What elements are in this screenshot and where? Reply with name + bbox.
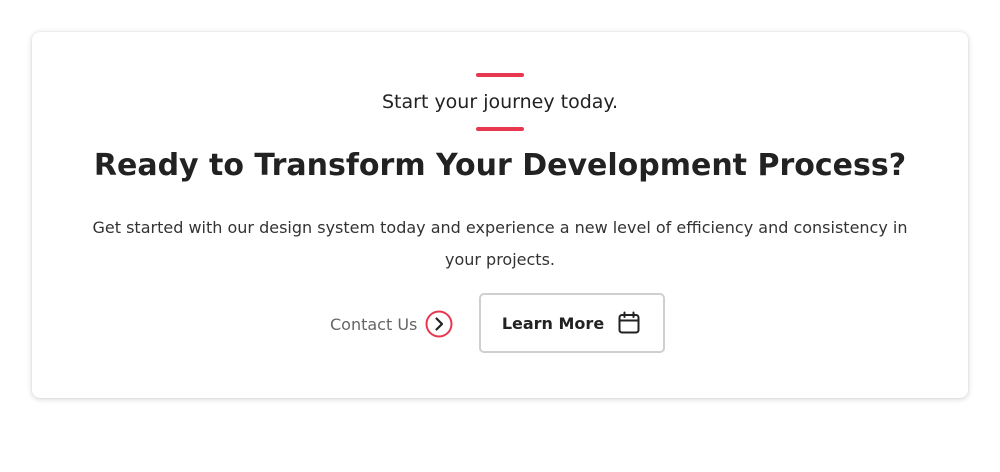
calendar-icon: [616, 310, 642, 336]
cta-headline: Ready to Transform Your Development Proc…: [93, 148, 907, 183]
accent-line-top: [476, 73, 524, 77]
contact-us-link[interactable]: Contact Us: [330, 308, 453, 340]
learn-more-button[interactable]: Learn More: [479, 293, 665, 353]
cta-description: Get started with our design system today…: [92, 218, 908, 269]
learn-more-label: Learn More: [501, 313, 605, 333]
accent-line-bottom: [476, 127, 524, 131]
contact-us-label: Contact Us: [330, 314, 418, 334]
cta-actions: Contact Us Learn More: [32, 293, 968, 355]
chevron-right-circle-icon: [425, 310, 453, 338]
eyebrow-text: Start your journey today.: [381, 91, 618, 113]
cta-card: Start your journey today. Ready to Trans…: [32, 32, 968, 398]
